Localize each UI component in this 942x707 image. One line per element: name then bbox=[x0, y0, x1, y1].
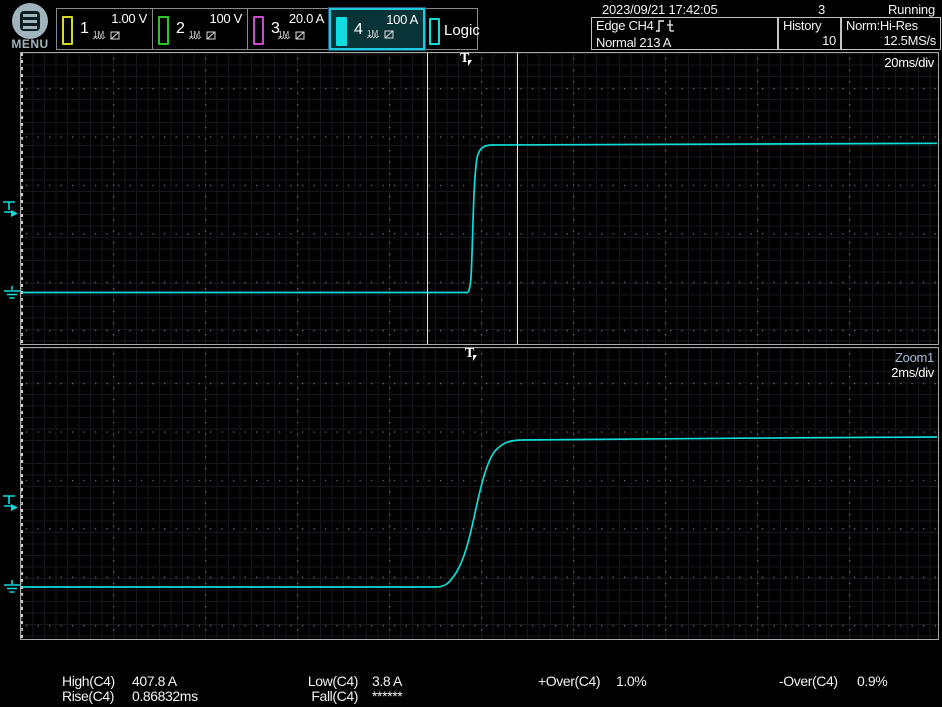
channel-2-color-tab-icon bbox=[158, 16, 169, 45]
menu-label: MENU bbox=[6, 37, 54, 51]
trigger-level-marker-zoom[interactable] bbox=[2, 494, 20, 517]
zoom1-timebase-label: 2ms/div bbox=[891, 365, 934, 380]
channel-1-scale: 1.00 V bbox=[111, 11, 147, 26]
oscilloscope-screen: MENU 1 1.00 V 1M 2 100 V 1M 3 20.0 A 1M bbox=[0, 0, 942, 707]
hamburger-icon bbox=[12, 3, 48, 39]
channel-2-button[interactable]: 2 100 V 1M bbox=[153, 9, 248, 49]
history-label: History bbox=[779, 18, 840, 33]
logic-color-tab-icon bbox=[429, 18, 440, 45]
main-waveform-window[interactable]: 20ms/div bbox=[20, 52, 939, 345]
main-waveform-plot bbox=[21, 53, 938, 344]
zoom-region-right-cursor[interactable] bbox=[517, 53, 518, 344]
acquisition-mode-box[interactable]: Norm:Hi-Res 12.5MS/s bbox=[841, 17, 941, 50]
channel-4-scale: 100 A bbox=[386, 12, 418, 27]
channel-bar: 1 1.00 V 1M 2 100 V 1M 3 20.0 A 1M 4 100 bbox=[56, 8, 478, 50]
trigger-type-source: Edge CH4 bbox=[596, 18, 654, 33]
channel-4-number: 4 bbox=[354, 21, 363, 39]
acquisition-count: 3 bbox=[818, 2, 825, 17]
channel-1-number: 1 bbox=[80, 20, 89, 38]
ground-level-marker-main bbox=[3, 284, 21, 307]
meas-rise-value: 0.86832ms bbox=[132, 688, 198, 704]
channel-2-number: 2 bbox=[176, 20, 185, 38]
history-count: 10 bbox=[779, 33, 840, 48]
acquisition-mode: Norm:Hi-Res bbox=[842, 18, 940, 33]
meas-low-label: Low(C4) bbox=[298, 673, 358, 689]
datetime: 2023/09/21 17:42:05 bbox=[602, 2, 717, 17]
channel-1-coupling-probe-icons: 1M bbox=[93, 29, 123, 47]
meas-pover-value: 1.0% bbox=[616, 673, 646, 689]
channel-4-color-tab-icon bbox=[336, 17, 347, 46]
meas-high-value: 407.8 A bbox=[132, 673, 177, 689]
channel-3-button[interactable]: 3 20.0 A 1M bbox=[248, 9, 330, 49]
run-state: Running bbox=[888, 2, 935, 17]
channel-1-color-tab-icon bbox=[62, 16, 73, 45]
zoom1-title: Zoom1 bbox=[895, 350, 934, 365]
trigger-position-marker-main[interactable]: T bbox=[460, 53, 476, 69]
falling-edge-icon bbox=[666, 20, 674, 35]
zoom1-waveform-plot bbox=[21, 348, 938, 639]
meas-fall-value: ****** bbox=[372, 688, 402, 704]
logic-label: Logic bbox=[444, 22, 480, 39]
meas-fall-label: Fall(C4) bbox=[298, 688, 358, 704]
main-timebase-label: 20ms/div bbox=[884, 55, 934, 70]
channel-3-color-tab-icon bbox=[253, 16, 264, 45]
trigger-mode-level: Normal 213 A bbox=[592, 35, 777, 50]
logic-channel-button[interactable]: Logic bbox=[424, 9, 477, 49]
sample-rate: 12.5MS/s bbox=[842, 33, 940, 48]
trigger-level-marker-main[interactable] bbox=[2, 200, 20, 223]
channel-4-coupling-probe-icons: 1M bbox=[367, 28, 397, 46]
channel-2-scale: 100 V bbox=[210, 11, 242, 26]
zoom-region-left-cursor[interactable] bbox=[427, 53, 428, 344]
rising-edge-icon bbox=[656, 20, 664, 35]
ground-level-marker-zoom bbox=[3, 578, 21, 601]
channel-4-button-active[interactable]: 4 100 A 1M bbox=[329, 8, 425, 50]
meas-pover-label: +Over(C4) bbox=[538, 673, 600, 689]
channel-1-button[interactable]: 1 1.00 V 1M bbox=[57, 9, 153, 49]
menu-button[interactable]: MENU bbox=[6, 3, 54, 49]
meas-nover-value: 0.9% bbox=[857, 673, 887, 689]
zoom1-waveform-window[interactable]: Zoom1 2ms/div bbox=[20, 347, 939, 640]
meas-low-value: 3.8 A bbox=[372, 673, 402, 689]
channel-2-coupling-probe-icons: 1M bbox=[189, 29, 219, 47]
channel-3-coupling-probe-icons: 1M bbox=[278, 29, 308, 47]
trigger-position-marker-zoom[interactable]: T bbox=[465, 348, 481, 364]
trigger-settings-box[interactable]: Edge CH4 Normal 213 A bbox=[591, 17, 778, 50]
meas-high-label: High(C4) bbox=[62, 673, 115, 689]
meas-rise-label: Rise(C4) bbox=[62, 688, 114, 704]
history-box[interactable]: History 10 bbox=[778, 17, 841, 50]
meas-nover-label: -Over(C4) bbox=[779, 673, 838, 689]
channel-3-scale: 20.0 A bbox=[289, 11, 324, 26]
